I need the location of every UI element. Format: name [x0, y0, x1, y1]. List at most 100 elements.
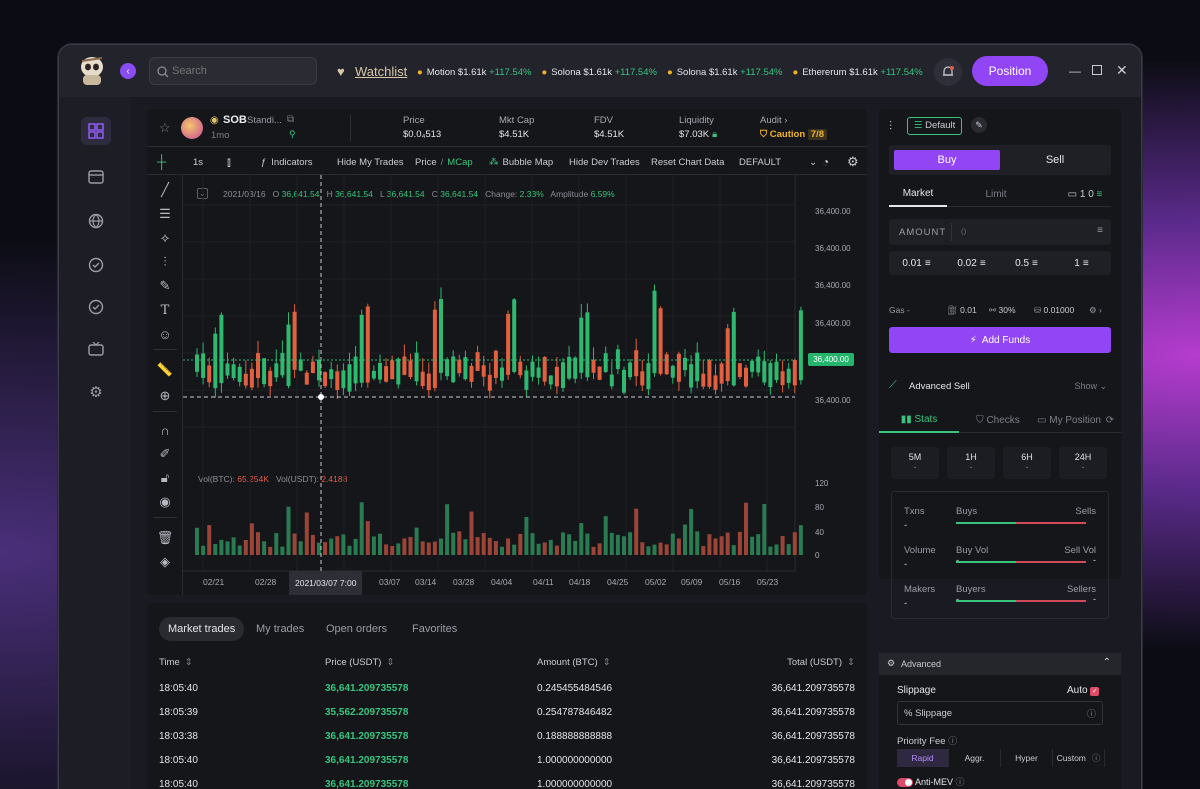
chart-settings-icon[interactable]: ⚙	[847, 149, 859, 175]
candlestick-chart[interactable]	[183, 175, 867, 595]
market-tab[interactable]: Market	[889, 181, 947, 207]
edit-icon[interactable]: ✎	[971, 117, 987, 133]
ticker-item[interactable]: ● Ethererum $1.61k +117.54%	[792, 67, 922, 78]
zoom-in-icon[interactable]: ⊕	[152, 385, 178, 407]
reset-chart-button[interactable]: Reset Chart Data	[651, 149, 724, 175]
help-icon[interactable]: ⓘ	[956, 777, 965, 787]
alert-icon[interactable]: ◔	[822, 149, 829, 175]
lock-icon[interactable]: 🔓︎	[152, 467, 178, 489]
candle-type-icon[interactable]: ⫾	[227, 149, 231, 175]
checks-tab[interactable]: ⛉ Checks	[963, 407, 1033, 433]
ruler-tool-icon[interactable]: 📏	[152, 359, 178, 381]
filters-icon[interactable]: ⫶	[889, 119, 892, 134]
help-icon[interactable]: ⓘ	[948, 736, 957, 746]
text-tool-icon[interactable]: T	[152, 299, 178, 321]
pencil-lock-icon[interactable]: ✐	[152, 443, 178, 465]
fib-tool-icon[interactable]: ⫶	[152, 251, 178, 273]
copy-icon[interactable]: ⧉	[287, 114, 294, 125]
fee-option[interactable]: Custom ⓘ	[1053, 749, 1105, 767]
table-row[interactable]: 18:05:40 36,641.209735578 1.000000000000 36…	[159, 749, 855, 773]
amount-input[interactable]: 0	[961, 227, 966, 238]
table-row[interactable]: 18:05:40 36,641.209735578 1.000000000000 36…	[159, 773, 855, 789]
notification-button[interactable]	[934, 58, 962, 86]
eye-icon[interactable]: ◉	[152, 491, 178, 513]
crosshair-icon[interactable]: ┼	[157, 154, 166, 169]
check-circle-icon[interactable]	[81, 293, 111, 321]
fee-option[interactable]: Hyper	[1001, 749, 1053, 767]
settings-icon[interactable]: ⚙ ›	[1089, 305, 1102, 316]
column-header[interactable]: Total (USDT) ⇕	[787, 657, 855, 668]
menu-icon[interactable]: ≡	[1097, 225, 1103, 236]
anti-mev-toggle[interactable]: Anti-MEV ⓘ	[897, 775, 965, 788]
magnet-icon[interactable]: ∩	[152, 419, 178, 441]
chevron-up-icon[interactable]: ⌃	[1103, 657, 1111, 668]
interval-button[interactable]: 1s	[193, 149, 203, 175]
buy-tab[interactable]: Buy	[894, 150, 1000, 170]
help-icon[interactable]: ⓘ	[1092, 752, 1101, 764]
trades-tab[interactable]: Open orders	[317, 617, 396, 641]
checkbox-icon[interactable]: ✓	[1090, 687, 1100, 696]
check-circle-icon[interactable]	[81, 251, 111, 279]
column-header[interactable]: Price (USDT) ⇕	[325, 657, 394, 668]
quick-amount-button[interactable]: 0.02 ≡	[944, 251, 999, 275]
star-icon[interactable]: ☆	[159, 120, 171, 136]
minimize-icon[interactable]: —	[1069, 64, 1081, 78]
trades-tab[interactable]: Favorites	[403, 617, 466, 641]
wallet-selector[interactable]: ▭ 1 0 ≡	[1059, 181, 1111, 207]
period-box[interactable]: 24H -	[1059, 447, 1107, 479]
search-input[interactable]	[172, 62, 312, 80]
fee-option[interactable]: Rapid	[897, 749, 949, 767]
column-header[interactable]: Time ⇕	[159, 657, 193, 668]
period-box[interactable]: 5M -	[891, 447, 939, 479]
position-button[interactable]: Position	[972, 56, 1048, 86]
advanced-header[interactable]: ⚙ Advanced ⌃	[879, 653, 1121, 675]
trendline-tool-icon[interactable]: ╱	[152, 179, 178, 201]
globe-icon[interactable]	[81, 207, 111, 235]
ticker-item[interactable]: ● Solona $1.61k +117.54%	[541, 67, 657, 78]
my-position-tab[interactable]: ▭ My Position	[1033, 407, 1105, 433]
table-row[interactable]: 18:05:39 35,562.209735578 0.254787846482 36…	[159, 701, 855, 725]
hide-my-trades-button[interactable]: Hide My Trades	[337, 149, 404, 175]
trades-tab[interactable]: My trades	[247, 617, 313, 641]
bubble-map-button[interactable]: ⁂ Bubble Map	[489, 149, 553, 175]
quick-amount-button[interactable]: 1 ≡	[1054, 251, 1109, 275]
tv-icon[interactable]	[81, 335, 111, 363]
stats-tab[interactable]: ▮▮ Stats	[879, 407, 959, 433]
slippage-input[interactable]: % Slippage ⓘ	[897, 701, 1103, 725]
watchlist-link[interactable]: Watchlist	[355, 64, 407, 79]
add-funds-button[interactable]: ⚡︎ Add Funds	[889, 327, 1111, 353]
wallet-icon[interactable]	[81, 163, 111, 191]
link-icon[interactable]: ⚲	[289, 129, 296, 140]
period-box[interactable]: 1H -	[947, 447, 995, 479]
brush-tool-icon[interactable]: ✎	[152, 275, 178, 297]
price-mcap-toggle[interactable]: Price / MCap	[415, 149, 473, 175]
preset-select[interactable]: ☰ Default	[907, 117, 963, 135]
collapse-sidebar-button[interactable]: ‹	[120, 63, 136, 79]
trades-tab[interactable]: Market trades	[159, 617, 245, 641]
maximize-icon[interactable]	[1092, 65, 1102, 75]
quick-amount-button[interactable]: 0.5 ≡	[999, 251, 1054, 275]
show-toggle[interactable]: Show ⌄	[1074, 381, 1107, 392]
emoji-tool-icon[interactable]: ☺	[152, 323, 178, 345]
heart-icon[interactable]: ♥	[337, 64, 345, 79]
toggle-switch[interactable]	[897, 778, 913, 788]
amount-field[interactable]: AMOUNT 0 ≡	[889, 219, 1111, 245]
auto-toggle[interactable]: Auto ✓	[1067, 685, 1100, 696]
ticker-item[interactable]: ● Motion $1.61k +117.54%	[417, 67, 531, 78]
quick-amount-button[interactable]: 0.01 ≡	[889, 251, 944, 275]
ticker-item[interactable]: ● Solona $1.61k +117.54%	[667, 67, 783, 78]
limit-tab[interactable]: Limit	[969, 181, 1023, 207]
advanced-sell-row[interactable]: ⟋ Advanced Sell Show ⌄	[889, 379, 1111, 395]
layers-icon[interactable]: ◈	[152, 551, 178, 573]
horizontal-lines-tool-icon[interactable]: ☰	[152, 203, 178, 225]
hide-dev-trades-button[interactable]: Hide Dev Trades	[569, 149, 640, 175]
column-header[interactable]: Amount (BTC) ⇕	[537, 657, 611, 668]
table-row[interactable]: 18:03:38 36,641.209735578 0.188888888888 36…	[159, 725, 855, 749]
search-box[interactable]	[149, 57, 317, 85]
close-icon[interactable]: ✕	[1116, 62, 1128, 79]
table-row[interactable]: 18:05:40 36,641.209735578 0.245455484546 36…	[159, 677, 855, 701]
trash-icon[interactable]: 🗑︎	[152, 527, 178, 549]
indicators-button[interactable]: ƒ Indicators	[261, 149, 312, 175]
pattern-tool-icon[interactable]: ⟡	[152, 227, 178, 249]
sell-tab[interactable]: Sell	[1004, 150, 1106, 170]
